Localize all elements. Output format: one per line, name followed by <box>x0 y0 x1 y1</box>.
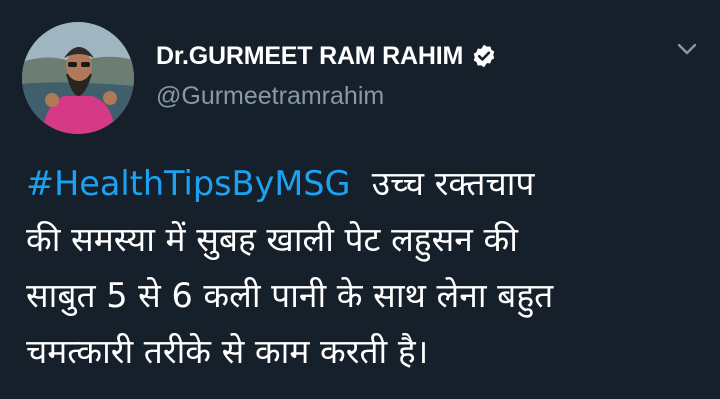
verified-badge-icon <box>473 44 495 68</box>
author-handle[interactable]: @Gurmeetramrahim <box>156 82 384 111</box>
tweet-text: #HealthTipsByMSG उच्च रक्तचाप की समस्या … <box>26 156 706 380</box>
tweet-text-segment: उच्च रक्तचाप <box>371 164 535 203</box>
hashtag-link[interactable]: #HealthTipsByMSG <box>26 164 350 203</box>
tweet-card[interactable]: Dr.GURMEET RAM RAHIM @Gurmeetramrahim #H… <box>0 0 720 399</box>
author-display-name[interactable]: Dr.GURMEET RAM RAHIM <box>156 42 463 71</box>
avatar[interactable] <box>22 22 134 134</box>
tweet-line-3: साबुत 5 से 6 कली पानी के साथ लेना बहुत <box>26 276 554 315</box>
tweet-line-4: चमत्कारी तरीके से काम करती है। <box>26 332 429 371</box>
tweet-line-2: की समस्या में सुबह खाली पेट लहुसन की <box>26 220 518 259</box>
chevron-down-icon[interactable] <box>674 38 700 60</box>
author-name-row[interactable]: Dr.GURMEET RAM RAHIM <box>156 38 497 74</box>
profile-photo <box>22 22 134 134</box>
tweet-line-1: #HealthTipsByMSG उच्च रक्तचाप <box>26 156 706 212</box>
